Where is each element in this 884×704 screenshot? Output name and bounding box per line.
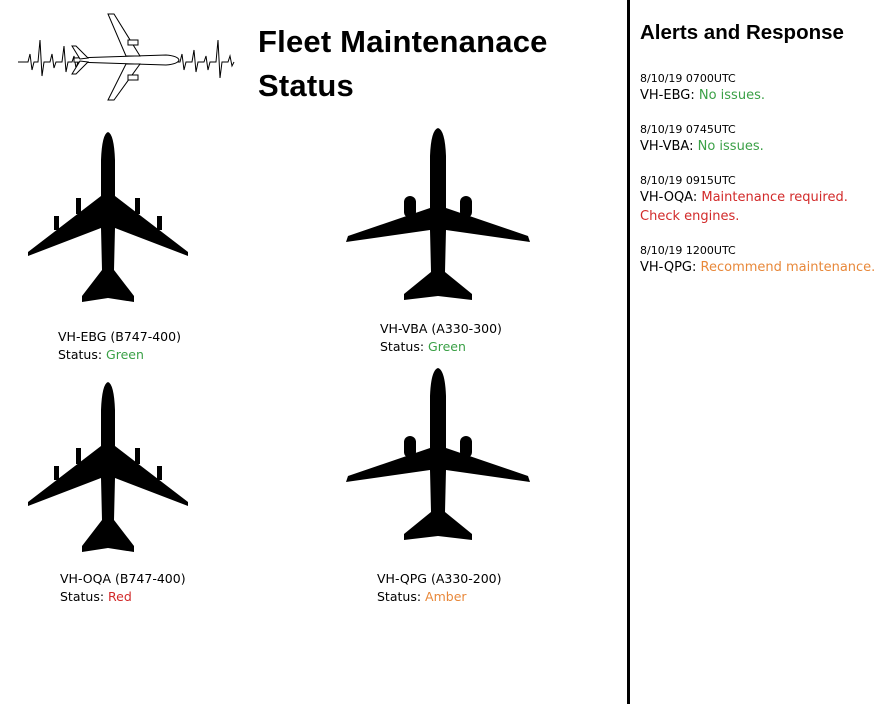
- alert-message: Recommend maintenance.: [700, 260, 876, 275]
- aircraft-card-vh-oqa: VH-OQA (B747-400) Status: Red: [60, 570, 186, 606]
- aircraft-model: (A330-200): [430, 571, 502, 586]
- alert-item[interactable]: 8/10/19 0700UTC VH-EBG: No issues.: [640, 72, 880, 105]
- aircraft-model: (B747-400): [110, 329, 181, 344]
- alert-message: Maintenance required.: [701, 190, 848, 205]
- alert-item[interactable]: 8/10/19 0915UTC VH-OQA: Maintenance requ…: [640, 174, 880, 226]
- aircraft-model: (A330-300): [431, 321, 502, 336]
- alerts-title: Alerts and Response: [640, 21, 844, 44]
- aircraft-card-vh-vba: VH-VBA (A330-300) Status: Green: [380, 320, 502, 356]
- panel-divider: [627, 0, 630, 704]
- alert-item[interactable]: 8/10/19 1200UTC VH-QPG: Recommend mainte…: [640, 244, 880, 277]
- aircraft-registration: VH-OQA: [60, 571, 112, 586]
- alert-timestamp: 8/10/19 0745UTC: [640, 123, 736, 136]
- aircraft-registration: VH-QPG: [377, 571, 427, 586]
- aircraft-registration: VH-EBG: [58, 329, 107, 344]
- alert-timestamp: 8/10/19 0700UTC: [640, 72, 736, 85]
- airbus-a330-silhouette-icon[interactable]: [344, 126, 532, 306]
- boeing-747-silhouette-icon[interactable]: [26, 380, 190, 560]
- status-badge: Green: [106, 347, 144, 362]
- alert-timestamp: 8/10/19 1200UTC: [640, 244, 736, 257]
- alert-timestamp: 8/10/19 0915UTC: [640, 174, 736, 187]
- status-label: Status:: [58, 347, 103, 362]
- aircraft-registration: VH-VBA: [380, 321, 428, 336]
- status-label: Status:: [377, 589, 422, 604]
- aircraft-card-vh-qpg: VH-QPG (A330-200) Status: Amber: [377, 570, 502, 606]
- alert-registration: VH-EBG:: [640, 88, 695, 103]
- status-badge: Amber: [425, 589, 467, 604]
- page-title-line1: Fleet Maintenanace: [258, 24, 548, 59]
- boeing-747-silhouette-icon[interactable]: [26, 130, 190, 310]
- aircraft-model: (B747-400): [115, 571, 186, 586]
- airplane-heartbeat-logo-icon: [16, 10, 236, 104]
- alert-registration: VH-QPG:: [640, 260, 697, 275]
- status-label: Status:: [380, 339, 425, 354]
- page-title: Fleet Maintenanace Status: [258, 20, 548, 108]
- aircraft-card-vh-ebg: VH-EBG (B747-400) Status: Green: [58, 328, 181, 364]
- status-badge: Red: [108, 589, 132, 604]
- airbus-a330-silhouette-icon[interactable]: [344, 366, 532, 546]
- alert-message-line2: Check engines.: [640, 209, 740, 224]
- alert-item[interactable]: 8/10/19 0745UTC VH-VBA: No issues.: [640, 123, 880, 156]
- status-label: Status:: [60, 589, 105, 604]
- page-title-line2: Status: [258, 68, 354, 103]
- status-badge: Green: [428, 339, 466, 354]
- alert-registration: VH-OQA:: [640, 190, 698, 205]
- alerts-panel: Alerts and Response 8/10/19 0700UTC VH-E…: [640, 20, 880, 295]
- alert-message: No issues.: [697, 139, 764, 154]
- alert-registration: VH-VBA:: [640, 139, 694, 154]
- alert-message: No issues.: [698, 88, 765, 103]
